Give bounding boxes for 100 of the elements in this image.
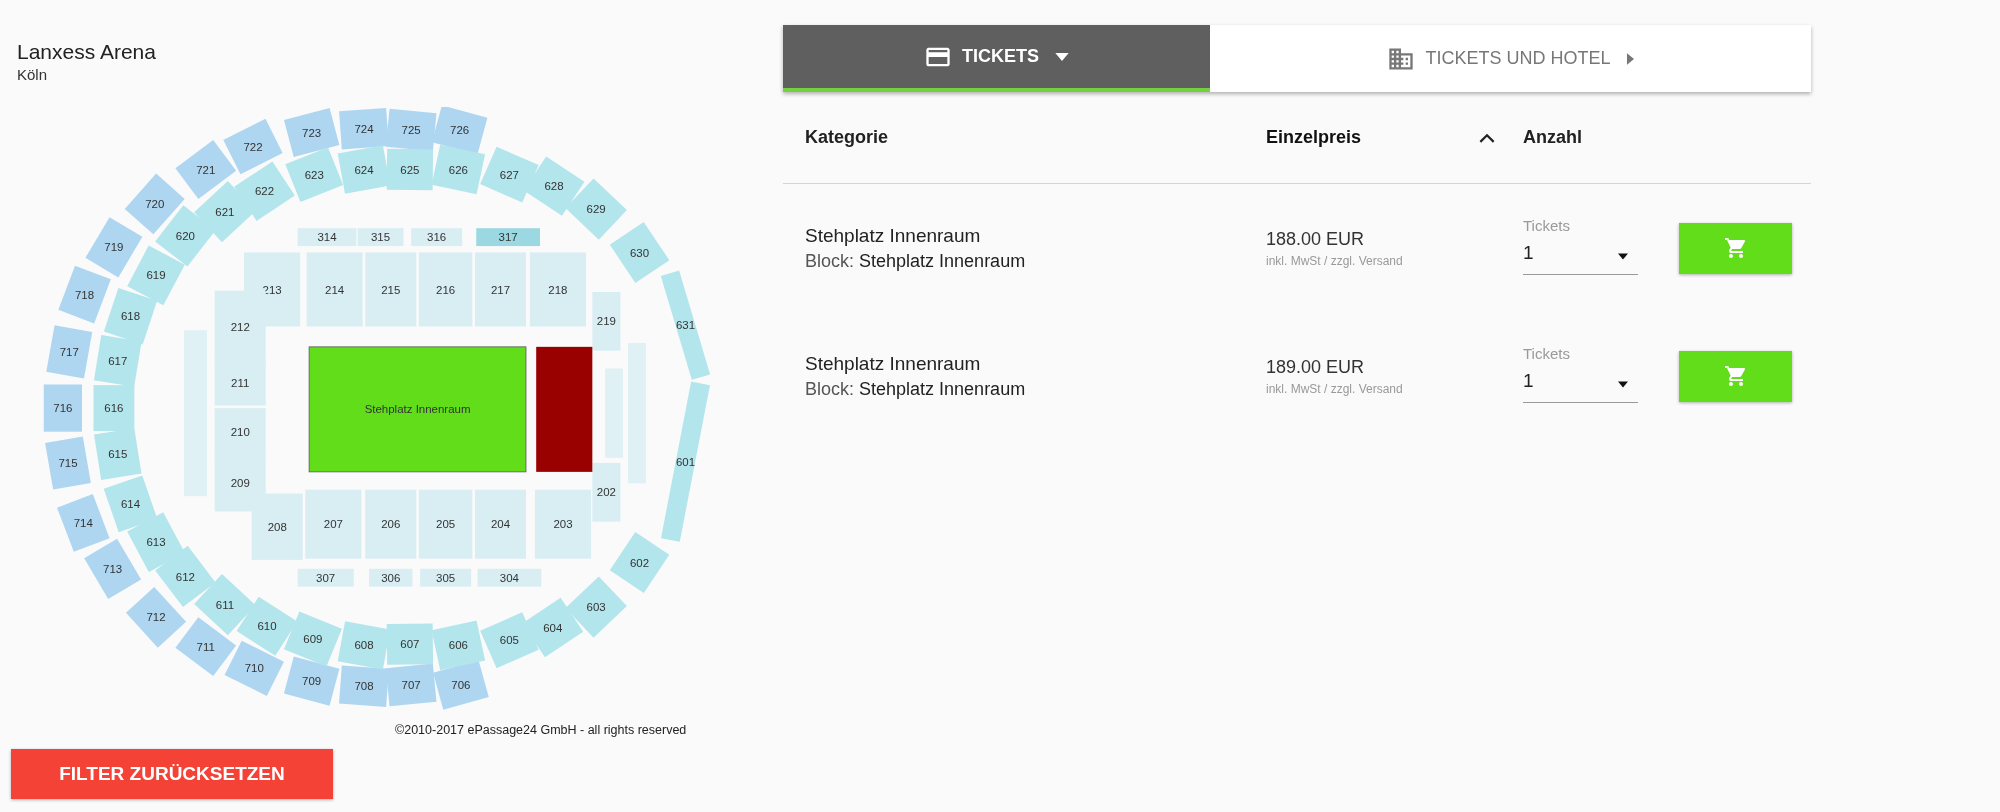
- seat-section[interactable]: 617: [93, 334, 142, 387]
- venue-city: Köln: [17, 66, 49, 83]
- seat-section[interactable]: 307: [297, 568, 354, 587]
- quantity-select[interactable]: Tickets 1: [1523, 345, 1638, 403]
- seat-section[interactable]: 630: [609, 222, 670, 283]
- sort-chevron-icon[interactable]: [1479, 132, 1495, 143]
- seat-section[interactable]: 218: [529, 252, 586, 327]
- seat-section[interactable]: 723: [283, 108, 340, 158]
- seat-section[interactable]: 722: [223, 118, 283, 175]
- seat-section[interactable]: 316: [411, 228, 463, 247]
- seat-section[interactable]: 208: [251, 493, 303, 560]
- seat-section[interactable]: 711: [175, 617, 237, 677]
- seat-section[interactable]: 603: [565, 576, 627, 638]
- seat-section[interactable]: 721: [175, 140, 237, 199]
- seat-section[interactable]: 610: [236, 596, 298, 656]
- seat-section[interactable]: 712: [125, 587, 187, 648]
- seat-section[interactable]: 612: [155, 545, 216, 608]
- column-header: Anzahl: [1523, 127, 1582, 148]
- price-note: inkl. MwSt / zzgl. Versand: [1266, 381, 1404, 396]
- seat-section[interactable]: 212: [214, 290, 266, 363]
- seat-section[interactable]: 306: [369, 568, 413, 587]
- seat-section[interactable]: 211: [214, 359, 266, 406]
- caret-right-icon: [1626, 52, 1634, 65]
- category-name: Stehplatz Innenraum: [805, 224, 982, 247]
- seat-section[interactable]: 305: [420, 568, 472, 587]
- seat-section[interactable]: 317: [476, 228, 541, 247]
- cart-icon: [1723, 236, 1748, 260]
- seat-section[interactable]: 724: [339, 107, 389, 150]
- seat-section[interactable]: 204: [474, 489, 526, 559]
- seat-section[interactable]: 618: [103, 288, 158, 345]
- dropdown-arrow-icon: [1618, 253, 1628, 260]
- seat-section[interactable]: 619: [127, 245, 185, 306]
- seat-section[interactable]: 216: [418, 252, 473, 327]
- seat-section[interactable]: 304: [477, 568, 542, 587]
- block-text: Block: Stehplatz Innenraum: [805, 250, 1027, 272]
- seat-section[interactable]: 611: [194, 573, 256, 636]
- seat-section[interactable]: 715: [45, 436, 91, 490]
- seat-section[interactable]: 606: [431, 620, 486, 671]
- seat-section[interactable]: 209: [214, 455, 266, 512]
- category-name: Stehplatz Innenraum: [805, 352, 982, 375]
- seat-section[interactable]: 203: [534, 489, 592, 559]
- seat-section[interactable]: 202: [592, 462, 621, 522]
- seat-section[interactable]: 616: [93, 385, 135, 432]
- seat-section[interactable]: 207: [305, 489, 362, 559]
- seat-section[interactable]: 214: [306, 252, 363, 327]
- seat-section[interactable]: 614: [103, 475, 158, 533]
- seat-section[interactable]: 206: [365, 489, 417, 559]
- seat-section[interactable]: 217: [474, 252, 526, 327]
- tab[interactable]: TICKETS UND HOTEL: [1210, 25, 1811, 92]
- dropdown-arrow-icon: [1618, 381, 1628, 388]
- seat-section[interactable]: 215: [365, 252, 417, 327]
- seat-section[interactable]: 628: [523, 156, 585, 216]
- seat-section[interactable]: 622: [234, 161, 295, 221]
- seat-section[interactable]: 708: [339, 665, 389, 707]
- seat-section[interactable]: 709: [283, 656, 340, 706]
- seat-section[interactable]: 314: [297, 228, 357, 247]
- add-to-cart-button[interactable]: [1679, 350, 1792, 402]
- seat-section[interactable]: 626: [431, 144, 486, 195]
- column-header: Kategorie: [805, 127, 889, 148]
- tab[interactable]: TICKETS: [783, 25, 1210, 92]
- seat-section[interactable]: 623: [285, 147, 344, 203]
- seat-section[interactable]: 607: [386, 623, 434, 665]
- block-text: Block: Stehplatz Innenraum: [805, 378, 1027, 400]
- seat-section[interactable]: 625: [386, 148, 434, 191]
- seat-section[interactable]: 601: [661, 381, 710, 542]
- column-header[interactable]: Einzelpreis: [1266, 127, 1362, 148]
- seat-section[interactable]: 205: [418, 489, 473, 559]
- standing-area[interactable]: Stehplatz Innenraum: [308, 346, 527, 473]
- venue-name: Lanxess Arena: [17, 40, 157, 64]
- copyright-text: ©2010-2017 ePassage24 GmbH - all rights reserved: [395, 723, 688, 737]
- seat-section[interactable]: 726: [431, 107, 488, 155]
- seat-section[interactable]: 615: [94, 428, 142, 480]
- seat-section[interactable]: 315: [357, 228, 404, 247]
- seat-section[interactable]: 605: [480, 612, 539, 669]
- seat-section[interactable]: 714: [57, 494, 110, 552]
- price-text: 189.00 EUR: [1266, 356, 1366, 378]
- seat-section[interactable]: 210: [214, 408, 266, 457]
- quantity-select[interactable]: Tickets 1: [1523, 217, 1638, 275]
- seat-section[interactable]: 725: [385, 108, 437, 152]
- seat-section[interactable]: 706: [433, 660, 489, 710]
- add-to-cart-button[interactable]: [1679, 222, 1792, 274]
- price-note: inkl. MwSt / zzgl. Versand: [1266, 253, 1404, 268]
- caret-down-icon: [1055, 52, 1069, 61]
- seat-section[interactable]: 718: [58, 265, 111, 324]
- seat-section[interactable]: 602: [609, 532, 670, 593]
- seat-section[interactable]: 710: [224, 640, 284, 696]
- seat-section[interactable]: 631: [660, 270, 711, 380]
- seat-section[interactable]: 613: [127, 512, 185, 572]
- reset-filter-button[interactable]: FILTER ZURÜCKSETZEN: [11, 749, 333, 799]
- price-text: 188.00 EUR: [1266, 228, 1366, 250]
- seat-section[interactable]: 629: [565, 178, 627, 240]
- seat-section[interactable]: 707: [385, 663, 437, 707]
- seat-section[interactable]: 716: [43, 384, 82, 432]
- seat-section[interactable]: 627: [480, 146, 539, 203]
- seat-section[interactable]: 719: [85, 217, 143, 278]
- seat-section[interactable]: 219: [592, 292, 621, 351]
- seat-section[interactable]: 713: [84, 538, 142, 599]
- seat-section[interactable]: 609: [283, 611, 342, 667]
- seat-section[interactable]: 717: [46, 325, 93, 379]
- cart-icon: [1723, 364, 1748, 388]
